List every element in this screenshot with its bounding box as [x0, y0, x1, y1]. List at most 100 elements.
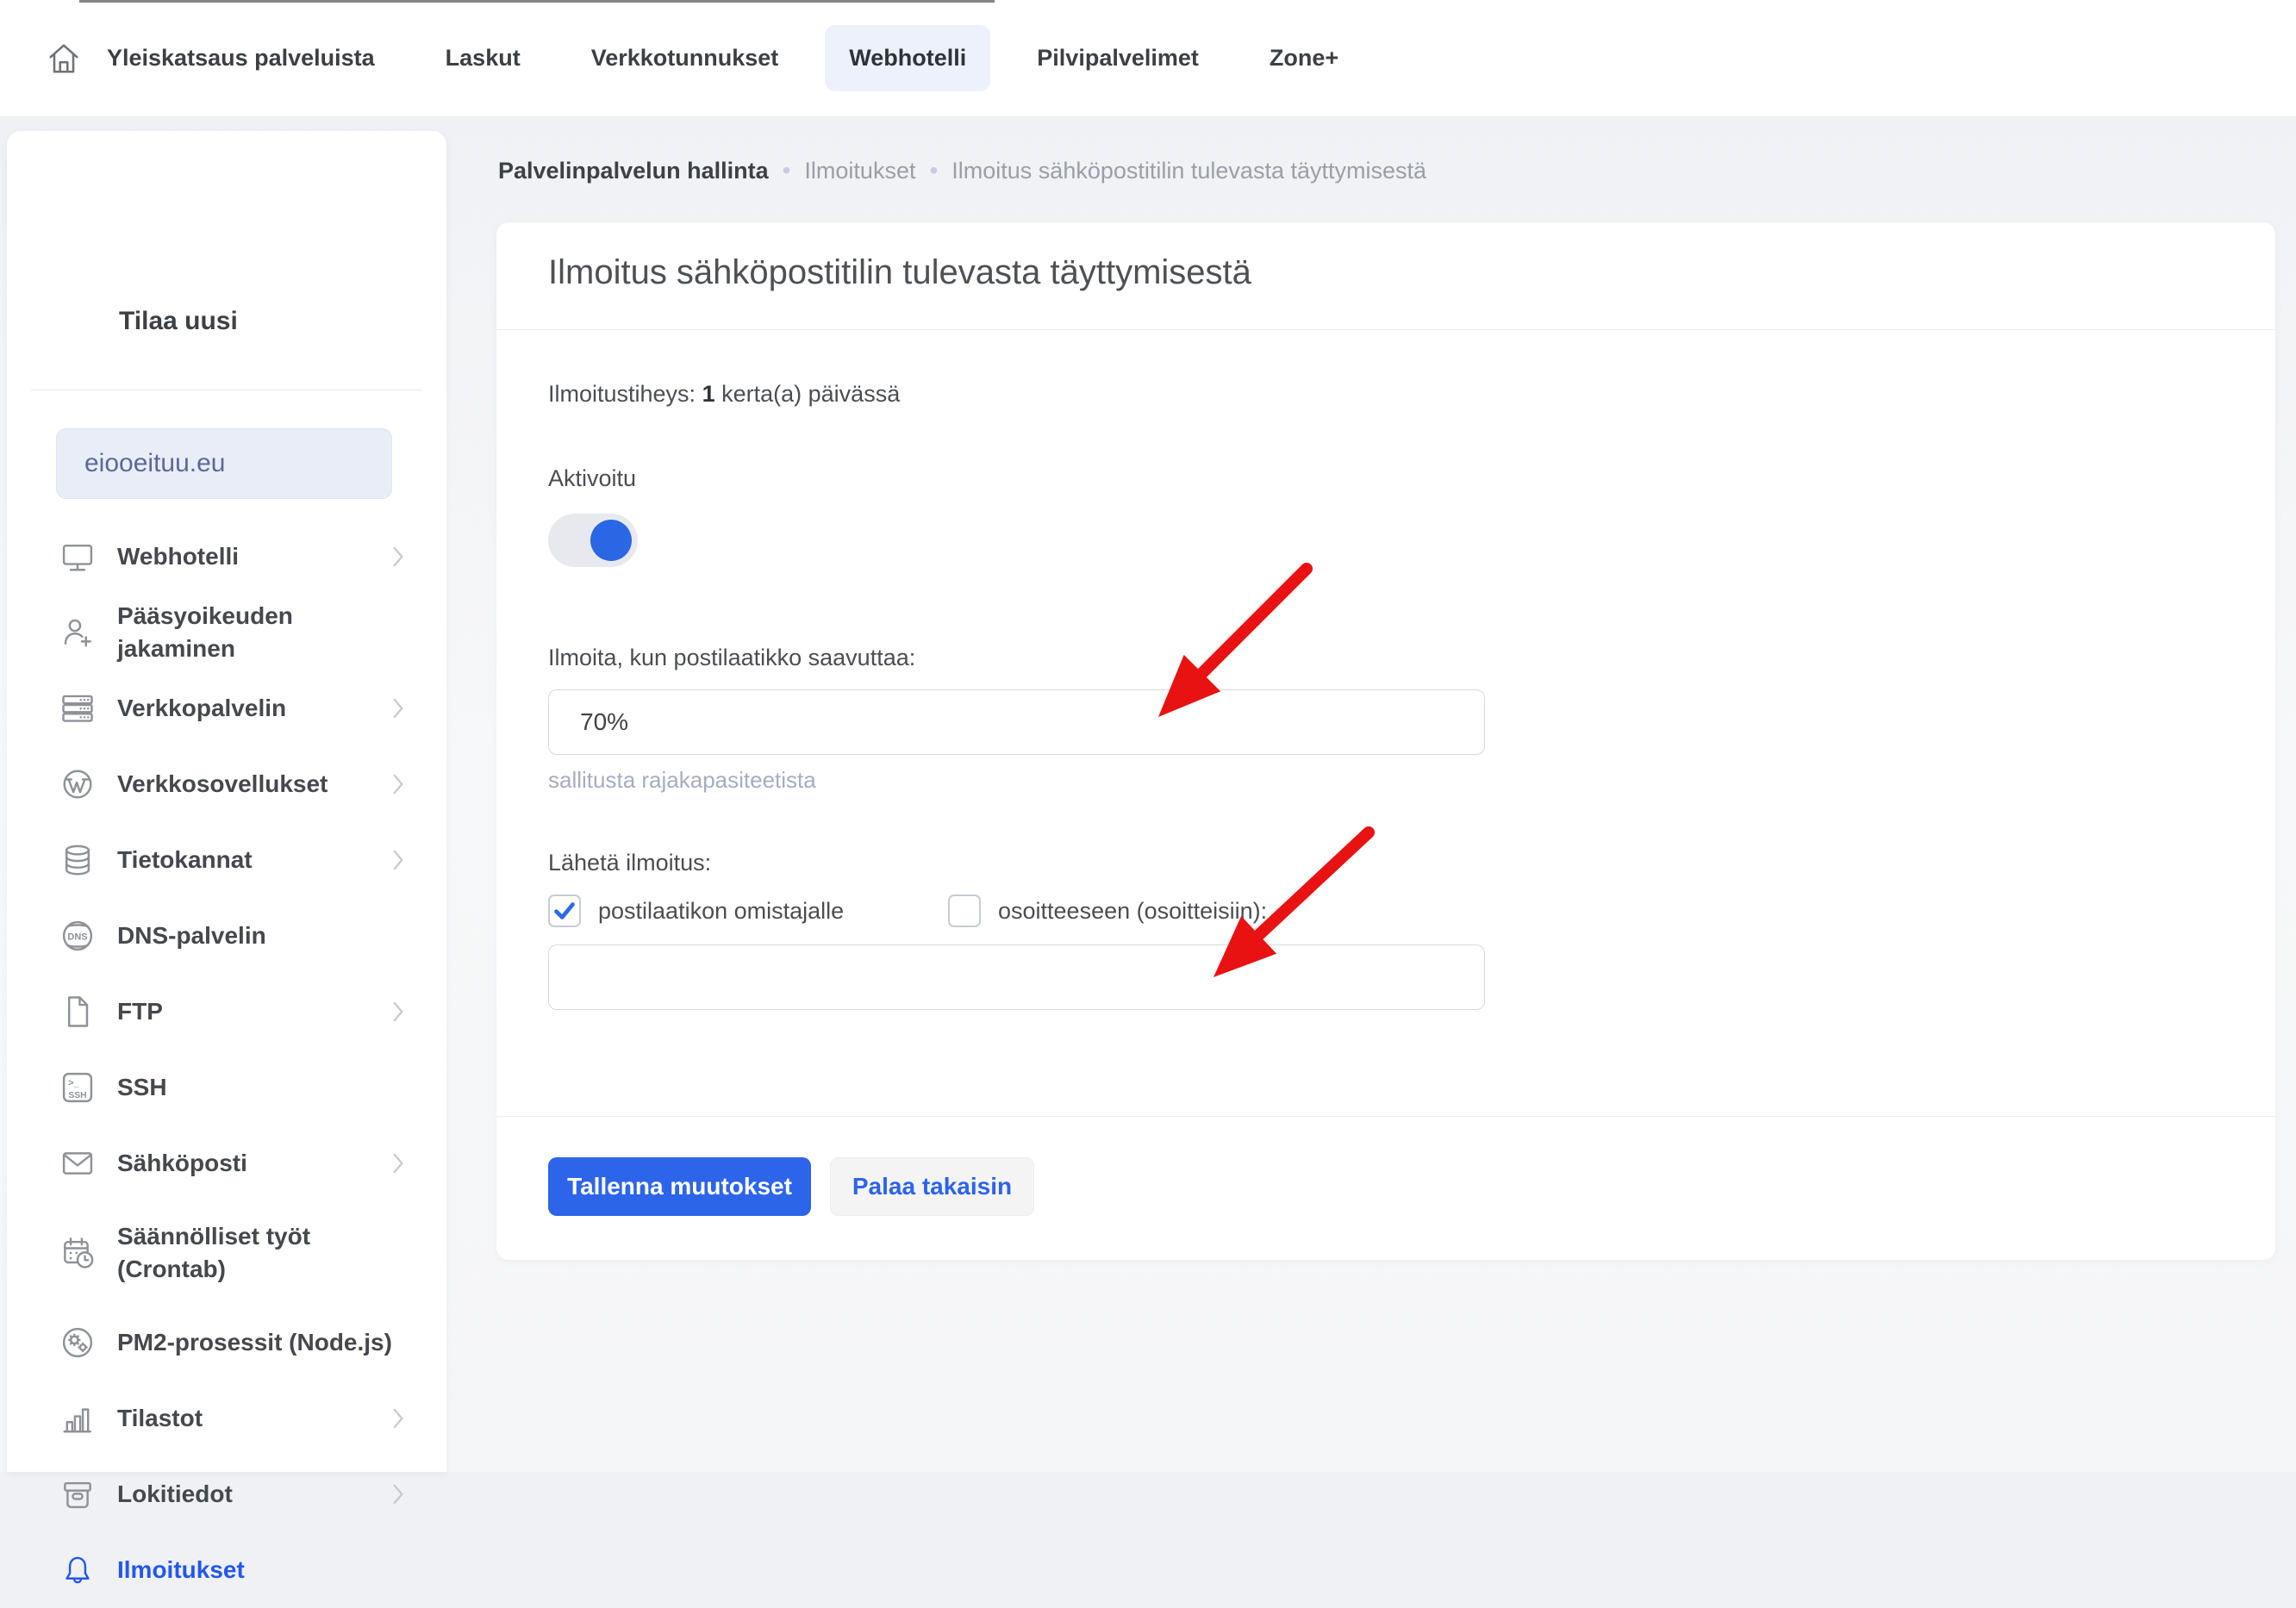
sidebar-item-s-nn-lliset-ty-t-crontab-[interactable]: Säännölliset työt (Crontab) — [7, 1201, 446, 1305]
archive-icon — [59, 1475, 97, 1513]
plus-icon — [60, 303, 97, 340]
sidebar-item-s-hk-posti[interactable]: Sähköposti — [7, 1125, 446, 1201]
sidebar-menu: Webhotelli Pääsyoikeuden jakaminen Verkkop… — [7, 519, 446, 1608]
nav-item-laskut[interactable]: Laskut — [446, 45, 521, 72]
breadcrumb-item: Ilmoitus sähköpostitilin tulevasta täytt… — [951, 158, 1426, 184]
pm2-icon — [59, 1324, 97, 1362]
window-edge-line — [79, 0, 995, 3]
address-checkbox-label[interactable]: osoitteeseen (osoitteisiin): — [998, 898, 1267, 925]
ssh-icon: >_ SSH — [59, 1069, 97, 1106]
svg-text:>_: >_ — [68, 1078, 79, 1088]
nav-item-webhotelli[interactable]: Webhotelli — [825, 25, 990, 91]
sidebar-item-label: Pääsyoikeuden jakaminen — [117, 600, 410, 665]
owner-checkbox[interactable] — [548, 894, 581, 927]
nav-item-zone-[interactable]: Zone+ — [1270, 45, 1338, 72]
sidebar-item-p-syoikeuden-jakaminen[interactable]: Pääsyoikeuden jakaminen — [7, 595, 446, 670]
nav-item-label: Yleiskatsaus palveluista — [107, 45, 375, 72]
breadcrumb: Palvelinpalvelun hallinta • Ilmoitukset • Il… — [498, 157, 1426, 184]
server-icon — [59, 689, 97, 727]
sidebar-item-ilmoitukset[interactable]: Ilmoitukset — [7, 1532, 446, 1608]
page-title: Ilmoitus sähköpostitilin tulevasta täytt… — [548, 253, 1251, 292]
home-icon — [45, 40, 83, 78]
sidebar-item-dns-palvelin[interactable]: DNS DNS-palvelin — [7, 898, 446, 974]
chevron-right-icon — [391, 696, 405, 720]
active-toggle[interactable] — [548, 514, 638, 567]
frequency-value: 1 — [702, 381, 715, 407]
svg-text:SSH: SSH — [68, 1091, 86, 1100]
breadcrumb-item[interactable]: Ilmoitukset — [804, 158, 915, 184]
user-plus-icon — [59, 614, 97, 651]
save-button[interactable]: Tallenna muutokset — [548, 1157, 811, 1216]
database-icon — [59, 841, 97, 879]
active-label: Aktivoitu — [548, 465, 636, 492]
threshold-helper-text: sallitusta rajakapasiteetista — [548, 767, 816, 794]
monitor-icon — [59, 538, 97, 576]
nav-item-label: Webhotelli — [849, 45, 966, 72]
nav-item-label: Pilvipalvelimet — [1037, 45, 1199, 72]
chevron-right-icon — [391, 848, 405, 872]
chevron-right-icon — [391, 1000, 405, 1024]
address-input[interactable] — [548, 944, 1485, 1010]
sidebar-item-label: PM2-prosessit (Node.js) — [117, 1326, 392, 1359]
sidebar-item-label: Tilastot — [117, 1402, 203, 1435]
nav-item-label: Laskut — [446, 45, 521, 72]
dns-icon: DNS — [59, 917, 97, 955]
domain-select[interactable]: eiooeituu.eu — [56, 428, 392, 499]
chevron-right-icon — [391, 545, 405, 569]
sidebar-item-verkkopalvelin[interactable]: Verkkopalvelin — [7, 670, 446, 746]
address-checkbox[interactable] — [948, 894, 981, 927]
footer-divider — [496, 1116, 2275, 1117]
top-nav-items: Yleiskatsaus palveluista Laskut Verkkotunn… — [45, 25, 1338, 91]
send-label: Lähetä ilmoitus: — [548, 850, 711, 876]
sidebar-item-lokitiedot[interactable]: Lokitiedot — [7, 1456, 446, 1532]
sidebar-item-label: Verkkosovellukset — [117, 768, 328, 801]
sidebar-item-pm2-prosessit-node-js-[interactable]: PM2-prosessit (Node.js) — [7, 1305, 446, 1381]
mail-icon — [59, 1144, 97, 1182]
domain-select-value: eiooeituu.eu — [84, 449, 225, 478]
sidebar-item-verkkosovellukset[interactable]: Verkkosovellukset — [7, 746, 446, 822]
bell-icon — [59, 1551, 97, 1589]
frequency-text: Ilmoitustiheys: 1 kerta(a) päivässä — [548, 381, 900, 408]
file-icon — [59, 993, 97, 1031]
settings-card: Ilmoitus sähköpostitilin tulevasta täytt… — [496, 222, 2275, 1260]
sidebar-item-label: Webhotelli — [117, 540, 239, 573]
chevron-down-icon — [1439, 715, 1462, 731]
sidebar-item-label: DNS-palvelin — [117, 919, 266, 952]
sidebar-item-ftp[interactable]: FTP — [7, 974, 446, 1050]
svg-text:DNS: DNS — [67, 932, 87, 942]
threshold-select[interactable]: 70% — [548, 689, 1485, 755]
breadcrumb-separator: • — [929, 157, 938, 184]
sidebar-item-webhotelli[interactable]: Webhotelli — [7, 519, 446, 595]
chevron-right-icon — [391, 1406, 405, 1430]
breadcrumb-separator: • — [783, 157, 791, 184]
crontab-icon — [59, 1234, 97, 1272]
owner-checkbox-label[interactable]: postilaatikon omistajalle — [598, 898, 844, 925]
sidebar-item-ssh[interactable]: >_ SSH SSH — [7, 1050, 446, 1125]
title-divider — [496, 329, 2275, 330]
nav-item-verkkotunnukset[interactable]: Verkkotunnukset — [591, 45, 779, 72]
sidebar-item-label: Tietokannat — [117, 844, 253, 876]
nav-item-label: Zone+ — [1270, 45, 1338, 72]
sidebar-item-label: Verkkopalvelin — [117, 692, 286, 725]
sidebar-item-label: Sähköposti — [117, 1147, 247, 1180]
threshold-label: Ilmoita, kun postilaatikko saavuttaa: — [548, 645, 915, 671]
chevron-down-icon — [341, 457, 367, 474]
breadcrumb-item[interactable]: Palvelinpalvelun hallinta — [498, 158, 769, 184]
sidebar-item-label: Lokitiedot — [117, 1478, 233, 1511]
stats-icon — [59, 1399, 97, 1437]
sidebar: Tilaa uusi eiooeituu.eu Webhotelli Pääsyo… — [7, 131, 446, 1472]
chevron-right-icon — [391, 1151, 405, 1175]
order-new-button[interactable]: Tilaa uusi — [60, 303, 238, 340]
nav-item-pilvipalvelimet[interactable]: Pilvipalvelimet — [1037, 45, 1199, 72]
toggle-knob — [590, 520, 632, 561]
chevron-right-icon — [391, 772, 405, 796]
nav-item-label: Verkkotunnukset — [591, 45, 779, 72]
sidebar-item-tilastot[interactable]: Tilastot — [7, 1381, 446, 1456]
sidebar-item-label: SSH — [117, 1071, 167, 1104]
nav-item-yleiskatsaus-palveluista[interactable]: Yleiskatsaus palveluista — [45, 40, 375, 78]
sidebar-item-label: Ilmoitukset — [117, 1554, 245, 1586]
top-nav: Yleiskatsaus palveluista Laskut Verkkotunn… — [0, 0, 2296, 117]
check-icon — [552, 898, 577, 924]
sidebar-item-tietokannat[interactable]: Tietokannat — [7, 822, 446, 898]
back-button[interactable]: Palaa takaisin — [830, 1157, 1034, 1216]
